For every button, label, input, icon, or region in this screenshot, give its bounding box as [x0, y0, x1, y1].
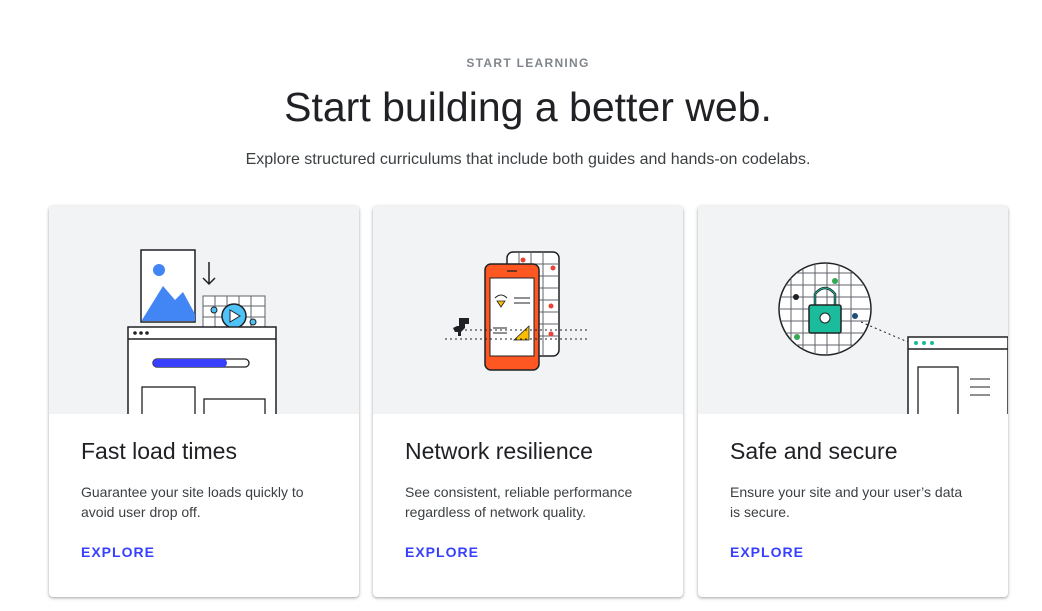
card-fast-load-times: Fast load times Guarantee your site load… — [49, 206, 359, 597]
explore-link-network[interactable]: EXPLORE — [405, 544, 479, 560]
fast-load-illustration — [49, 206, 359, 414]
card-description: Guarantee your site loads quickly to avo… — [81, 484, 304, 520]
card-title: Fast load times — [81, 438, 237, 464]
card-title: Network resilience — [405, 438, 593, 464]
section-eyebrow: START LEARNING — [466, 56, 590, 70]
network-illustration — [373, 206, 683, 414]
explore-link-security[interactable]: EXPLORE — [730, 544, 804, 560]
page-title: Start building a better web. — [284, 84, 772, 130]
card-safe-and-secure: Safe and secure Ensure your site and you… — [698, 206, 1008, 597]
card-description: Ensure your site and your user’s data is… — [730, 484, 963, 520]
card-network-resilience: Network resilience See consistent, relia… — [373, 206, 683, 597]
explore-link-fast-load[interactable]: EXPLORE — [81, 544, 155, 560]
security-illustration — [698, 206, 1008, 414]
page-subtitle: Explore structured curriculums that incl… — [245, 151, 811, 168]
card-description: See consistent, reliable performance reg… — [405, 484, 633, 520]
card-title: Safe and secure — [730, 438, 898, 464]
